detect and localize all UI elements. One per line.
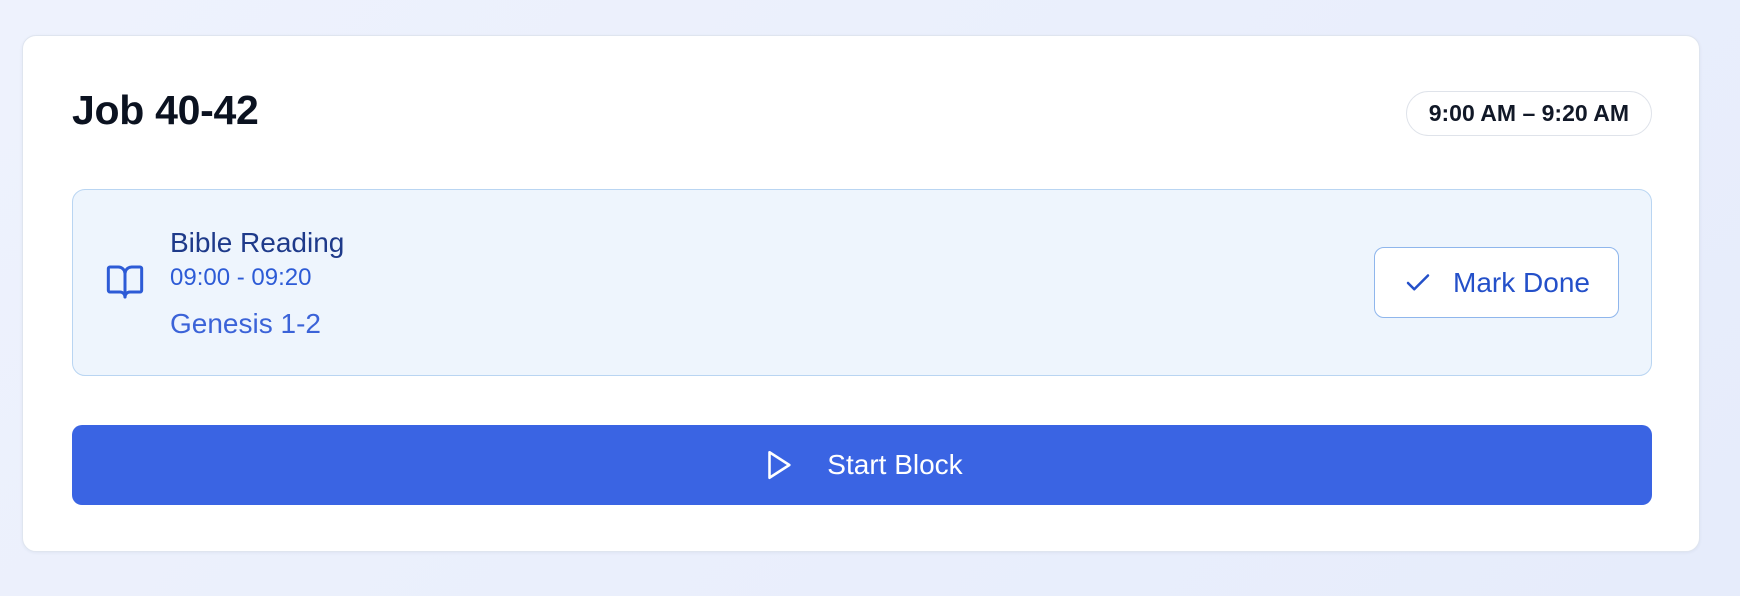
mark-done-label: Mark Done [1453,266,1590,298]
time-range-badge: 9:00 AM – 9:20 AM [1405,91,1652,136]
start-block-label: Start Block [827,449,963,480]
play-icon [768,450,791,480]
activity-detail: Genesis 1-2 [170,308,321,339]
block-title: Job 40-42 [72,87,259,133]
activity-name: Bible Reading [170,227,345,258]
mark-done-button[interactable]: Mark Done [1374,247,1619,318]
check-icon [1406,273,1430,290]
time-block-card: Job 40-42 9:00 AM – 9:20 AM Bible Readin… [22,35,1700,552]
activity-item: Bible Reading 09:00 - 09:20 Genesis 1-2 … [72,189,1652,376]
book-open-icon [105,262,145,302]
activity-time: 09:00 - 09:20 [170,264,312,291]
start-block-button[interactable]: Start Block [72,425,1652,505]
